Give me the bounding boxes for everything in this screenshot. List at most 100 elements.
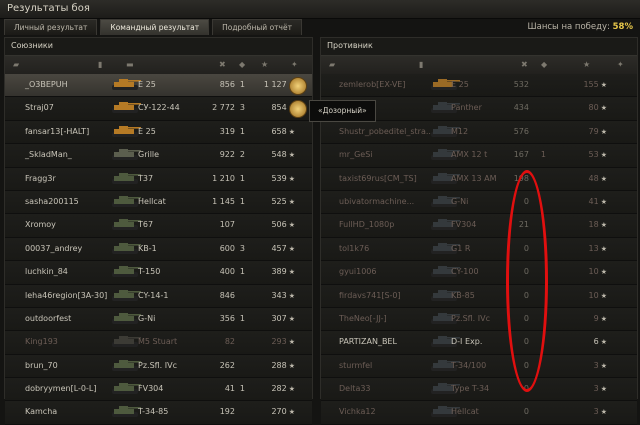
- xp-value: 506 ★: [253, 220, 295, 229]
- player-column-icon[interactable]: ▰: [13, 60, 19, 69]
- xp-number: 457: [271, 243, 287, 253]
- xp-number: 525: [271, 196, 287, 206]
- xp-number: 53: [588, 150, 599, 160]
- player-row[interactable]: firdavs741[S-0] KB-85 0 10 ★: [321, 284, 637, 308]
- tank-column-icon[interactable]: ▬: [126, 60, 134, 69]
- star-icon: ★: [288, 361, 295, 370]
- vehicle-class-column-icon[interactable]: ▮: [419, 60, 423, 69]
- frags-value: 3: [239, 243, 245, 253]
- tank-name: T37: [138, 173, 154, 183]
- row-marker: [8, 191, 22, 213]
- player-row[interactable]: fansar13[-HALT] E 25 319 1 658 ★: [5, 120, 312, 145]
- star-icon: ★: [600, 81, 607, 89]
- player-row[interactable]: leha46region[3A-30] CY-14-1 846 343 ★: [5, 284, 312, 308]
- medal-icon: [289, 100, 307, 119]
- xp-value: 282 ★: [253, 384, 295, 393]
- win-chance-label: Шансы на победу:: [527, 22, 610, 32]
- frags-value: 1: [540, 150, 546, 160]
- win-chance-value: 58%: [612, 22, 633, 32]
- xp-value: 658 ★: [253, 127, 295, 136]
- tank-name: M12: [451, 126, 469, 136]
- player-row[interactable]: Shustr_pobeditel_stra... M12 576 79 ★: [321, 120, 637, 145]
- xp-number: 1 127: [263, 80, 287, 89]
- medals-column-icon[interactable]: ✦: [617, 60, 624, 69]
- tab-detailed-report[interactable]: Подробный отчёт: [212, 19, 302, 35]
- xp-number: 18: [588, 220, 599, 230]
- damage-value: 0: [523, 243, 529, 253]
- enemies-panel: Противник ▰ ▮ ✖ ◆ ★ ✦ zemlerob[EX-VE] E 2…: [320, 37, 638, 425]
- vehicle-class-column-icon[interactable]: ▮: [98, 60, 102, 69]
- xp-number: 48: [588, 173, 599, 183]
- tank-icon: [108, 264, 142, 280]
- star-icon: ★: [288, 385, 295, 394]
- row-marker: [324, 308, 338, 330]
- xp-number: 10: [588, 267, 599, 277]
- xp-column-icon[interactable]: ★: [261, 60, 268, 69]
- player-row[interactable]: gyui1006 CY-100 0 10 ★: [321, 261, 637, 285]
- tab-team-result[interactable]: Командный результат: [100, 19, 210, 35]
- window-titlebar: Результаты боя: [0, 0, 640, 19]
- player-row[interactable]: FullHD_1080p FV304 21 18 ★: [321, 214, 637, 238]
- allies-panel: Союзники ▰ ▮ ▬ ✖ ◆ ★ ✦ _O3BEPUH E 25 856 1 1…: [4, 37, 313, 425]
- player-row[interactable]: _O3BEPUHE 2585611 127★: [5, 74, 312, 98]
- player-row[interactable]: tol1k76 G1 R 0 13 ★: [321, 237, 637, 262]
- achievement-medal-icon[interactable]: [289, 100, 307, 119]
- xp-number: 548: [271, 150, 287, 160]
- xp-number: 3: [593, 407, 599, 417]
- player-row[interactable]: 00037_andrey KB-1 600 3 457 ★: [5, 237, 312, 262]
- player-row[interactable]: ubivatormachine... G-Ni 0 41 ★: [321, 190, 637, 215]
- player-row[interactable]: zemlerob[EX-VE] E 25 532 155 ★: [321, 74, 637, 98]
- tank-name: G1 R: [451, 243, 471, 253]
- frags-column-icon[interactable]: ◆: [239, 60, 245, 69]
- player-row[interactable]: luchkin_84 T-150 400 1 389 ★: [5, 261, 312, 285]
- damage-value: 0: [523, 267, 529, 277]
- tank-name: CY-14-1: [138, 290, 169, 300]
- tank-icon: [108, 124, 142, 140]
- player-row[interactable]: taxist69rus[CM_TS] AMX 13 AM 198 48 ★: [321, 167, 637, 191]
- tank-name: CY-100: [451, 267, 479, 277]
- damage-value: 922: [219, 150, 235, 160]
- player-row[interactable]: TheNeo[-JJ-] Pz.Sfl. IVc 0 9 ★: [321, 307, 637, 332]
- damage-value: 107: [219, 220, 235, 230]
- damage-column-icon[interactable]: ✖: [219, 60, 226, 69]
- player-row[interactable]: Kamcha T-34-85 192 270 ★: [5, 401, 312, 425]
- player-row[interactable]: King193 M5 Stuart 82 293 ★: [5, 331, 312, 355]
- xp-number: 282: [271, 384, 287, 394]
- damage-column-icon[interactable]: ✖: [521, 60, 528, 69]
- player-row[interactable]: Vichka12 Hellcat 0 3 ★: [321, 401, 637, 425]
- damage-value: 356: [219, 313, 235, 323]
- player-name: brun_70: [25, 360, 58, 370]
- player-row[interactable]: Straj07СУ-122-442 7723854★: [5, 97, 312, 121]
- player-row[interactable]: sturmfel T-34/100 0 3 ★: [321, 354, 637, 379]
- achievement-medal-icon[interactable]: [289, 77, 307, 95]
- row-marker: [8, 331, 22, 353]
- player-row[interactable]: Delta33 Type T-34 0 3 ★: [321, 378, 637, 402]
- tank-name: KB-1: [138, 243, 157, 253]
- medals-column-icon[interactable]: ✦: [291, 60, 298, 69]
- row-marker: [324, 401, 338, 423]
- player-row[interactable]: outdoorfest G-Ni 356 1 307 ★: [5, 307, 312, 332]
- xp-value: 9 ★: [571, 314, 607, 323]
- player-row[interactable]: sasha200115 Hellcat 1 145 1 525 ★: [5, 190, 312, 215]
- star-icon: ★: [600, 268, 607, 277]
- tab-personal-result[interactable]: Личный результат: [4, 19, 98, 35]
- player-name: Xromoy: [25, 220, 56, 230]
- player-row[interactable]: PARTIZAN_BEL D-I Exp. 0 6 ★: [321, 331, 637, 355]
- frags-value: 1: [239, 126, 245, 136]
- player-row[interactable]: mr_GeSi AMX 12 t 167 1 53 ★: [321, 144, 637, 168]
- frags-column-icon[interactable]: ◆: [541, 60, 547, 69]
- xp-column-icon[interactable]: ★: [583, 60, 590, 69]
- player-row[interactable]: _SkladMan_ Grille 922 2 548 ★: [5, 144, 312, 168]
- player-column-icon[interactable]: ▰: [329, 60, 335, 69]
- player-row[interactable]: dobryymen[L-0-L] FV304 41 1 282 ★: [5, 378, 312, 402]
- tank-name: G-Ni: [138, 313, 156, 323]
- xp-number: 288: [271, 360, 287, 370]
- xp-value: 3 ★: [571, 361, 607, 370]
- player-row[interactable]: brun_70 Pz.Sfl. IVc 262 288 ★: [5, 354, 312, 379]
- damage-value: 198: [513, 173, 529, 183]
- player-row[interactable]: Xromoy T67 107 506 ★: [5, 214, 312, 238]
- player-row[interactable]: Fragg3r T37 1 210 1 539 ★: [5, 167, 312, 191]
- xp-value: 389 ★: [253, 267, 295, 276]
- player-name: Kamcha: [25, 407, 58, 417]
- tank-icon: [108, 194, 142, 210]
